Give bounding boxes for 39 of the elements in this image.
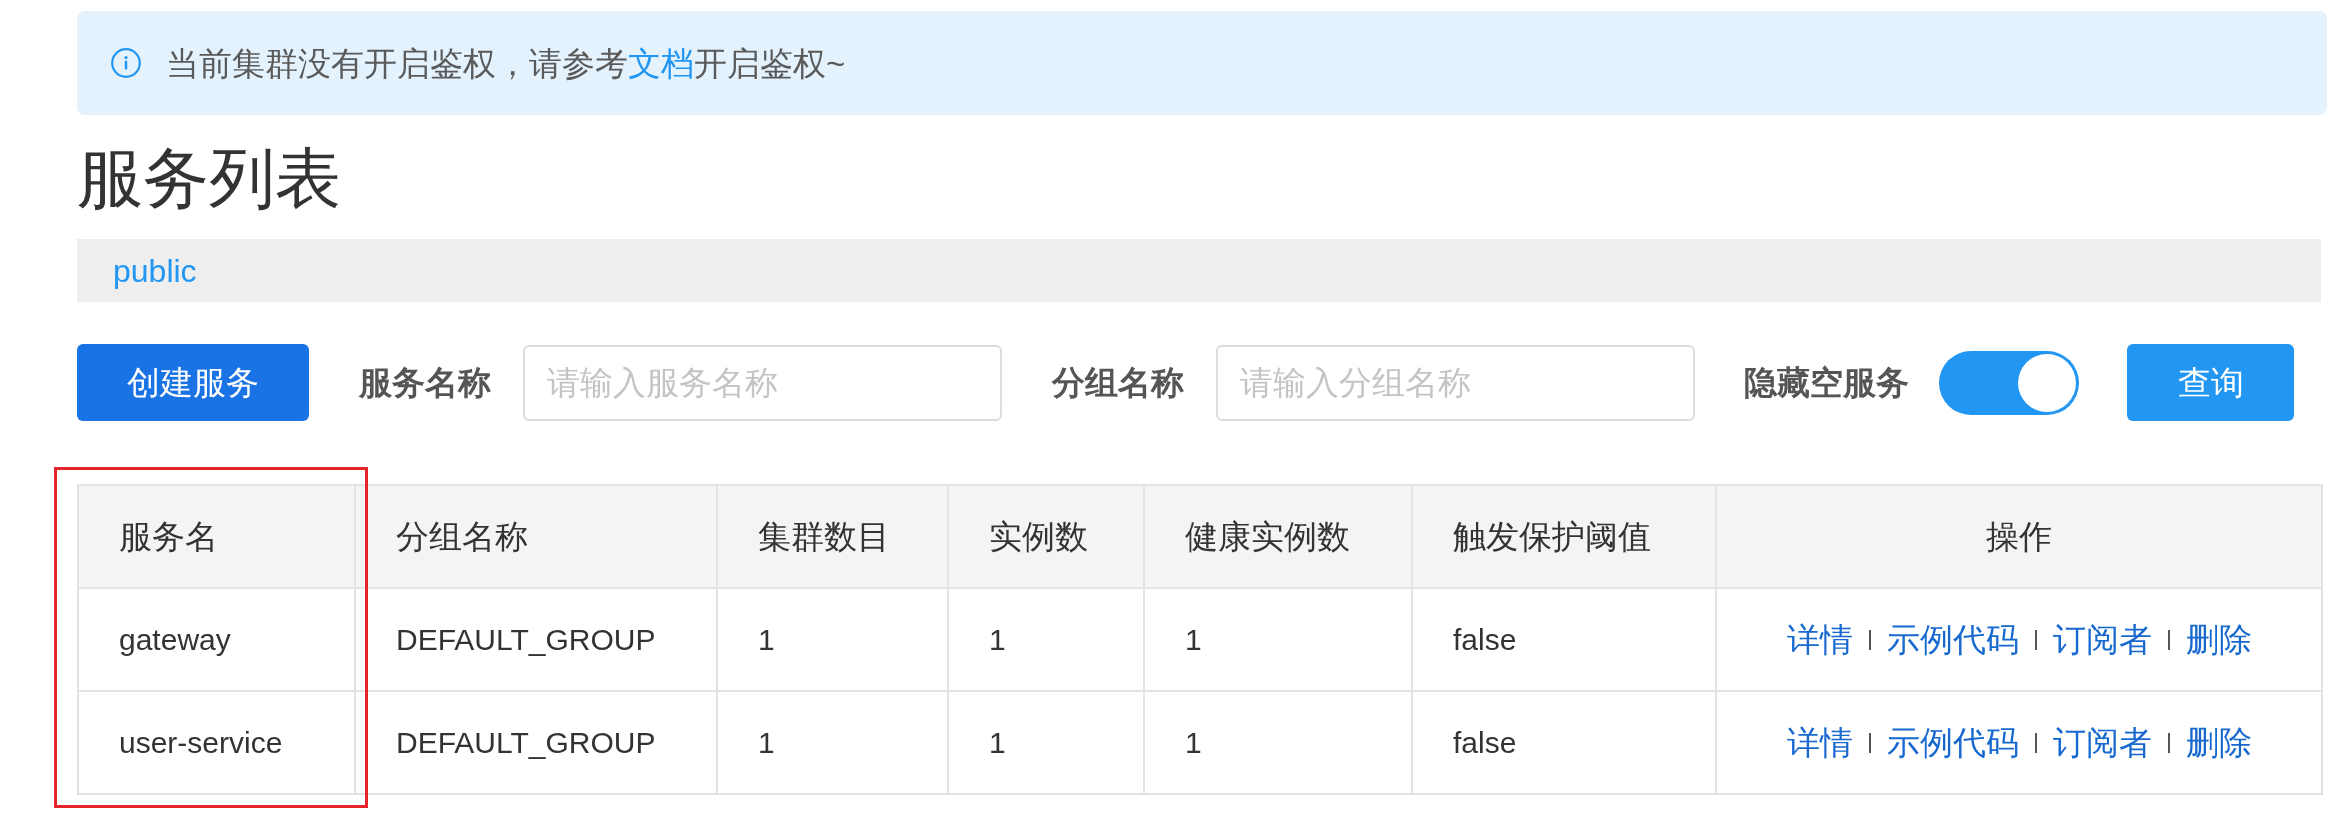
page-title: 服务列表 [77,145,342,211]
table-cell: false [1412,691,1716,794]
action-link[interactable]: 详情 [1786,623,1853,656]
table-cell: gateway [78,588,355,691]
action-link[interactable]: 删除 [2185,726,2252,759]
action-link[interactable]: 删除 [2185,623,2252,656]
action-link[interactable]: 订阅者 [2052,623,2152,656]
action-link[interactable]: 订阅者 [2052,726,2152,759]
table-cell: false [1412,588,1716,691]
input-field[interactable]: 请输入分组名称 [1216,344,1695,421]
column-header: 实例数 [948,485,1144,588]
table-cell: 1 [948,691,1144,794]
column-header: 健康实例数 [1144,485,1412,588]
table-cell: 1 [948,588,1144,691]
column-header: 集群数目 [717,485,948,588]
info-icon [111,48,141,78]
field-label: 隐藏空服务 [1744,366,1909,399]
input-field[interactable]: 请输入服务名称 [523,344,1002,421]
column-header: 操作 [1716,485,2322,588]
column-header: 分组名称 [355,485,717,588]
field-label: 分组名称 [1052,366,1184,399]
namespace-link[interactable]: public [113,254,197,287]
field-label: 服务名称 [359,366,491,399]
create-service-button[interactable]: 创建服务 [77,344,309,421]
table-cell: user-service [78,691,355,794]
docs-link[interactable]: 文档 [628,44,694,82]
action-link[interactable]: 示例代码 [1886,623,2019,656]
table-cell: 1 [1144,588,1412,691]
table-cell: 1 [717,691,948,794]
table-cell: DEFAULT_GROUP [355,691,717,794]
action-link[interactable]: 示例代码 [1886,726,2019,759]
table-cell: DEFAULT_GROUP [355,588,717,691]
column-header: 服务名 [78,485,355,588]
table-cell: 1 [1144,691,1412,794]
action-link[interactable]: 详情 [1786,726,1853,759]
table-cell: 1 [717,588,948,691]
column-header: 触发保护阈值 [1412,485,1716,588]
query-button[interactable]: 查询 [2127,344,2294,421]
notice-text: 当前集群没有开启鉴权，请参考文档开启鉴权~ [166,46,846,80]
